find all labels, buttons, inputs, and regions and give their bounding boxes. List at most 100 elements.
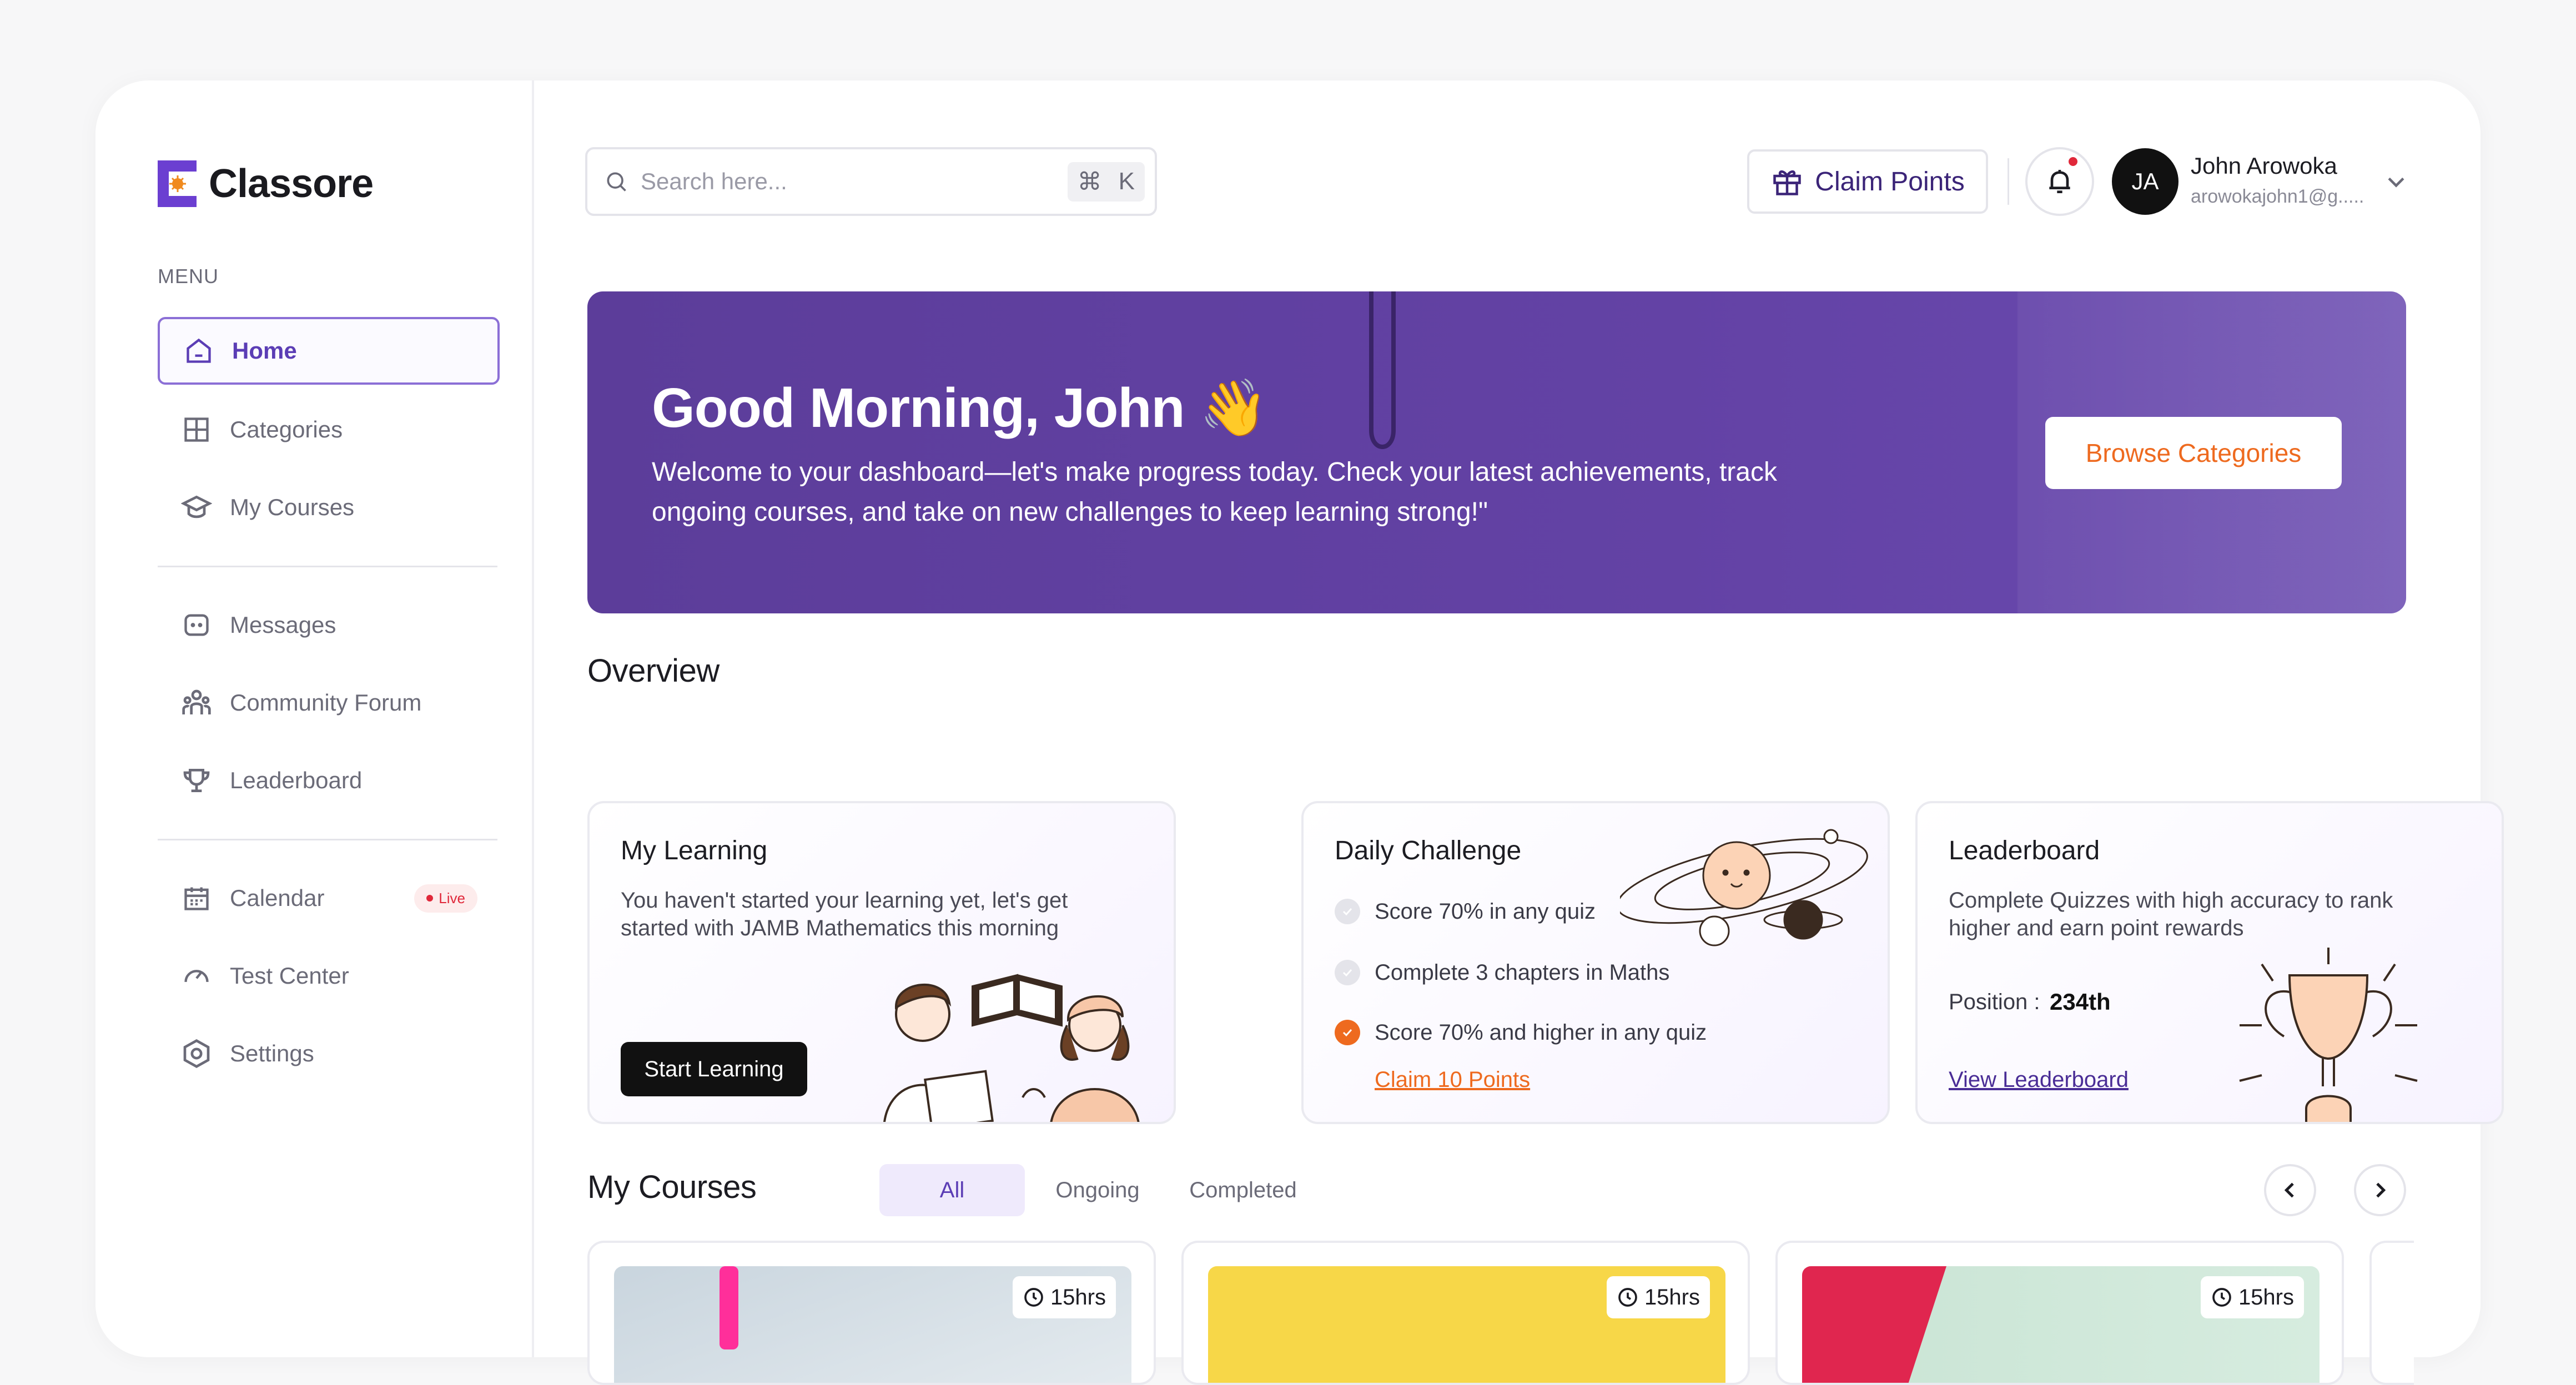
notifications-button[interactable]	[2025, 147, 2094, 216]
settings-icon	[180, 1037, 213, 1070]
gauge-icon	[180, 959, 213, 993]
watermelon-image	[1802, 1266, 1946, 1383]
overview-title: Overview	[587, 653, 720, 689]
avatar[interactable]: JA	[2112, 148, 2178, 215]
logo[interactable]: Classore	[158, 160, 374, 207]
menu-label: MENU	[158, 265, 219, 288]
card-title: Daily Challenge	[1335, 836, 1522, 865]
home-icon	[182, 334, 215, 367]
course-card[interactable]: 15hrs	[1181, 1241, 1750, 1385]
students-illustration-icon	[883, 974, 1140, 1122]
sidebar-item-label: Test Center	[230, 963, 349, 989]
users-icon	[180, 686, 213, 719]
sidebar-item-settings[interactable]: Settings	[158, 1020, 500, 1087]
claim-points-link[interactable]: Claim 10 Points	[1375, 1067, 1530, 1092]
sidebar-item-community-forum[interactable]: Community Forum	[158, 669, 500, 737]
brand-name: Classore	[209, 162, 374, 206]
course-thumbnail: 15hrs	[614, 1266, 1131, 1383]
challenge-task: Score 70% and higher in any quiz	[1335, 1020, 1707, 1045]
chevron-down-icon[interactable]	[2384, 169, 2408, 197]
course-card[interactable]: 15hrs	[587, 1241, 1156, 1385]
check-icon[interactable]	[1335, 1020, 1360, 1045]
course-card[interactable]: 15hrs	[1775, 1241, 2344, 1385]
sidebar-item-label: Messages	[230, 612, 336, 638]
tab-completed[interactable]: Completed	[1170, 1164, 1316, 1216]
trophy-icon	[180, 764, 213, 797]
claim-points-button[interactable]: Claim Points	[1747, 149, 1988, 214]
graduation-cap-icon	[180, 491, 213, 524]
card-description: You haven't started your learning yet, l…	[621, 888, 1068, 940]
search-bar[interactable]: Search here... ⌘ K	[585, 147, 1157, 216]
sidebar-item-label: Community Forum	[230, 689, 422, 716]
clock-icon	[1024, 1288, 1043, 1307]
command-key-icon: ⌘	[1077, 168, 1102, 195]
search-icon	[607, 172, 626, 192]
user-email: arowokajohn1@g.....	[2191, 186, 2364, 207]
header-divider	[2008, 158, 2009, 205]
sidebar-item-label: Home	[232, 338, 297, 364]
duration-label: 15hrs	[2238, 1285, 2294, 1310]
duration-label: 15hrs	[1050, 1285, 1106, 1310]
prev-button[interactable]	[2264, 1164, 2316, 1216]
logo-mark-icon	[158, 160, 197, 207]
view-leaderboard-link[interactable]: View Leaderboard	[1949, 1067, 2129, 1092]
grid-icon	[180, 413, 213, 446]
live-badge: Live	[414, 884, 477, 913]
position-value: 234th	[2050, 989, 2111, 1015]
next-button[interactable]	[2354, 1164, 2406, 1216]
daily-challenge-card: Daily Challenge Score 70% in any quiz Co…	[1301, 801, 1890, 1124]
claim-points-label: Claim Points	[1815, 167, 1965, 197]
duration-label: 15hrs	[1644, 1285, 1700, 1310]
card-title: My Learning	[621, 836, 768, 865]
paperclip-icon	[1369, 291, 1396, 449]
welcome-banner: Good Morning, John 👋 Welcome to your das…	[587, 291, 2406, 613]
course-thumbnail: 15hrs	[1802, 1266, 2320, 1383]
position-label: Position :	[1949, 990, 2040, 1014]
sidebar-item-test-center[interactable]: Test Center	[158, 942, 500, 1010]
sidebar-item-label: My Courses	[230, 494, 355, 520]
task-label: Score 70% and higher in any quiz	[1375, 1020, 1707, 1045]
challenge-task: Score 70% in any quiz	[1335, 899, 1596, 924]
check-icon[interactable]	[1335, 899, 1360, 924]
tab-ongoing[interactable]: Ongoing	[1025, 1164, 1170, 1216]
duration-badge: 15hrs	[1606, 1276, 1710, 1318]
card-description: Complete Quizzes with high accuracy to r…	[1949, 888, 2393, 940]
sidebar-item-label: Leaderboard	[230, 767, 363, 793]
planets-illustration-icon	[1620, 829, 1868, 946]
chevron-left-icon	[2284, 1182, 2294, 1198]
greeting-text: Welcome to your dashboard—let's make pro…	[652, 457, 1777, 527]
sidebar-item-home[interactable]: Home	[158, 317, 500, 385]
pen-image	[720, 1266, 738, 1349]
course-thumbnail: 15hrs	[1208, 1266, 1725, 1383]
task-label: Complete 3 chapters in Maths	[1375, 960, 1670, 985]
notification-dot	[2066, 155, 2080, 168]
sidebar-divider	[158, 839, 497, 840]
gift-icon	[1773, 170, 1802, 195]
sidebar-item-messages[interactable]: Messages	[158, 591, 500, 659]
my-learning-card: My Learning You haven't started your lea…	[587, 801, 1176, 1124]
calendar-icon	[180, 882, 213, 915]
bell-icon	[2049, 170, 2070, 193]
tab-all[interactable]: All	[879, 1164, 1025, 1216]
search-input[interactable]: Search here...	[641, 168, 1055, 195]
sidebar-item-categories[interactable]: Categories	[158, 396, 500, 464]
leaderboard-card: Leaderboard Complete Quizzes with high a…	[1915, 801, 2504, 1124]
check-icon[interactable]	[1335, 960, 1360, 985]
app-window: Classore MENU Home Categories My Courses	[95, 80, 2504, 1385]
sidebar-item-leaderboard[interactable]: Leaderboard	[158, 747, 500, 814]
course-tabs: All Ongoing Completed	[879, 1164, 1316, 1216]
sidebar-item-calendar[interactable]: Calendar Live	[158, 864, 500, 932]
trophy-illustration-icon	[2239, 948, 2418, 1122]
live-dot-icon	[426, 895, 434, 901]
sidebar-divider	[158, 566, 497, 567]
keyboard-shortcut: ⌘ K	[1067, 162, 1145, 202]
sidebar: Classore MENU Home Categories My Courses	[95, 80, 534, 1357]
clock-icon	[2212, 1288, 2231, 1307]
start-learning-button[interactable]: Start Learning	[621, 1042, 807, 1096]
sidebar-item-label: Calendar	[230, 885, 325, 911]
browse-categories-button[interactable]: Browse Categories	[2045, 417, 2342, 489]
sidebar-item-my-courses[interactable]: My Courses	[158, 474, 500, 541]
duration-badge: 15hrs	[2200, 1276, 2304, 1318]
course-card-partial[interactable]	[2369, 1241, 2414, 1385]
card-title: Leaderboard	[1949, 836, 2100, 865]
